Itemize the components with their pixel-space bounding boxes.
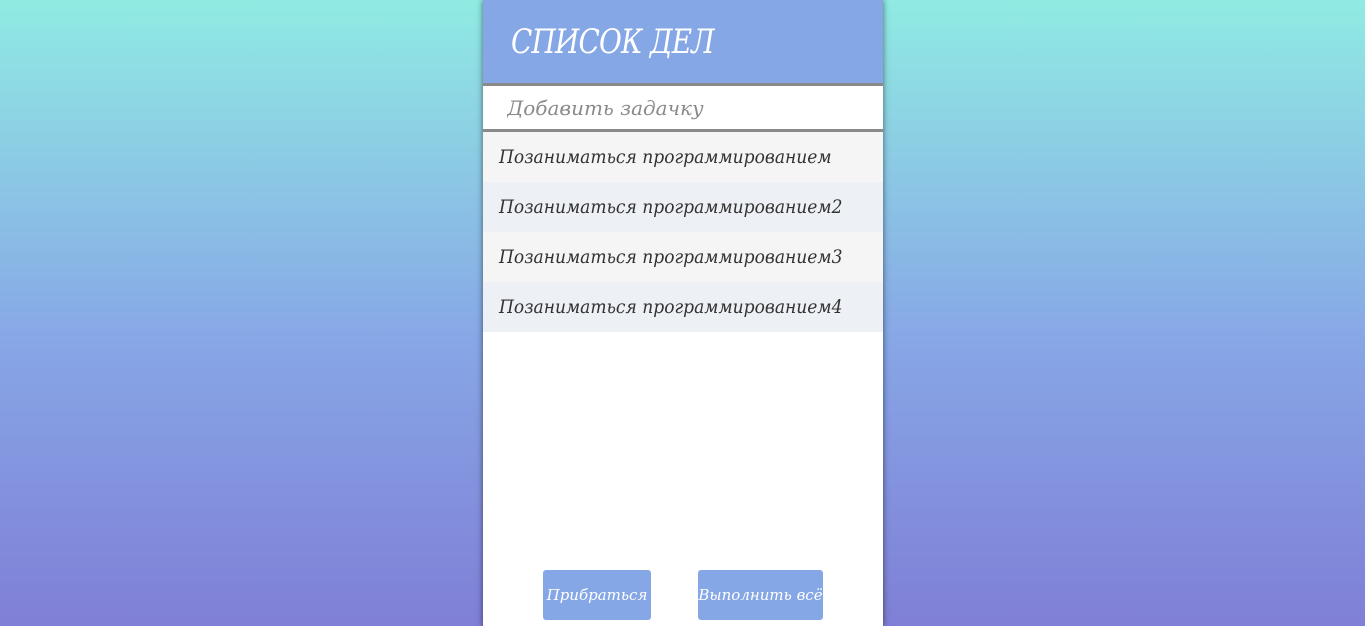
add-task-input[interactable] [483,86,883,129]
task-list: Позаниматься программированием Позанимат… [483,132,883,332]
footer-actions: Прибраться Выполнить всё [483,570,883,626]
task-item[interactable]: Позаниматься программированием3 [483,232,883,282]
add-task-row [483,86,883,132]
complete-all-button[interactable]: Выполнить всё [698,570,823,620]
task-label: Позаниматься программированием2 [499,196,843,218]
clean-up-button[interactable]: Прибраться [543,570,651,620]
task-item[interactable]: Позаниматься программированием4 [483,282,883,332]
app-header: СПИСОК ДЕЛ [483,0,883,86]
todo-app: СПИСОК ДЕЛ Позаниматься программирование… [483,0,883,626]
task-label: Позаниматься программированием4 [499,296,843,318]
task-label: Позаниматься программированием3 [499,246,843,268]
list-empty-area [483,332,883,570]
task-item[interactable]: Позаниматься программированием2 [483,182,883,232]
page-title: СПИСОК ДЕЛ [511,21,715,62]
task-label: Позаниматься программированием [499,146,832,168]
task-item[interactable]: Позаниматься программированием [483,132,883,182]
